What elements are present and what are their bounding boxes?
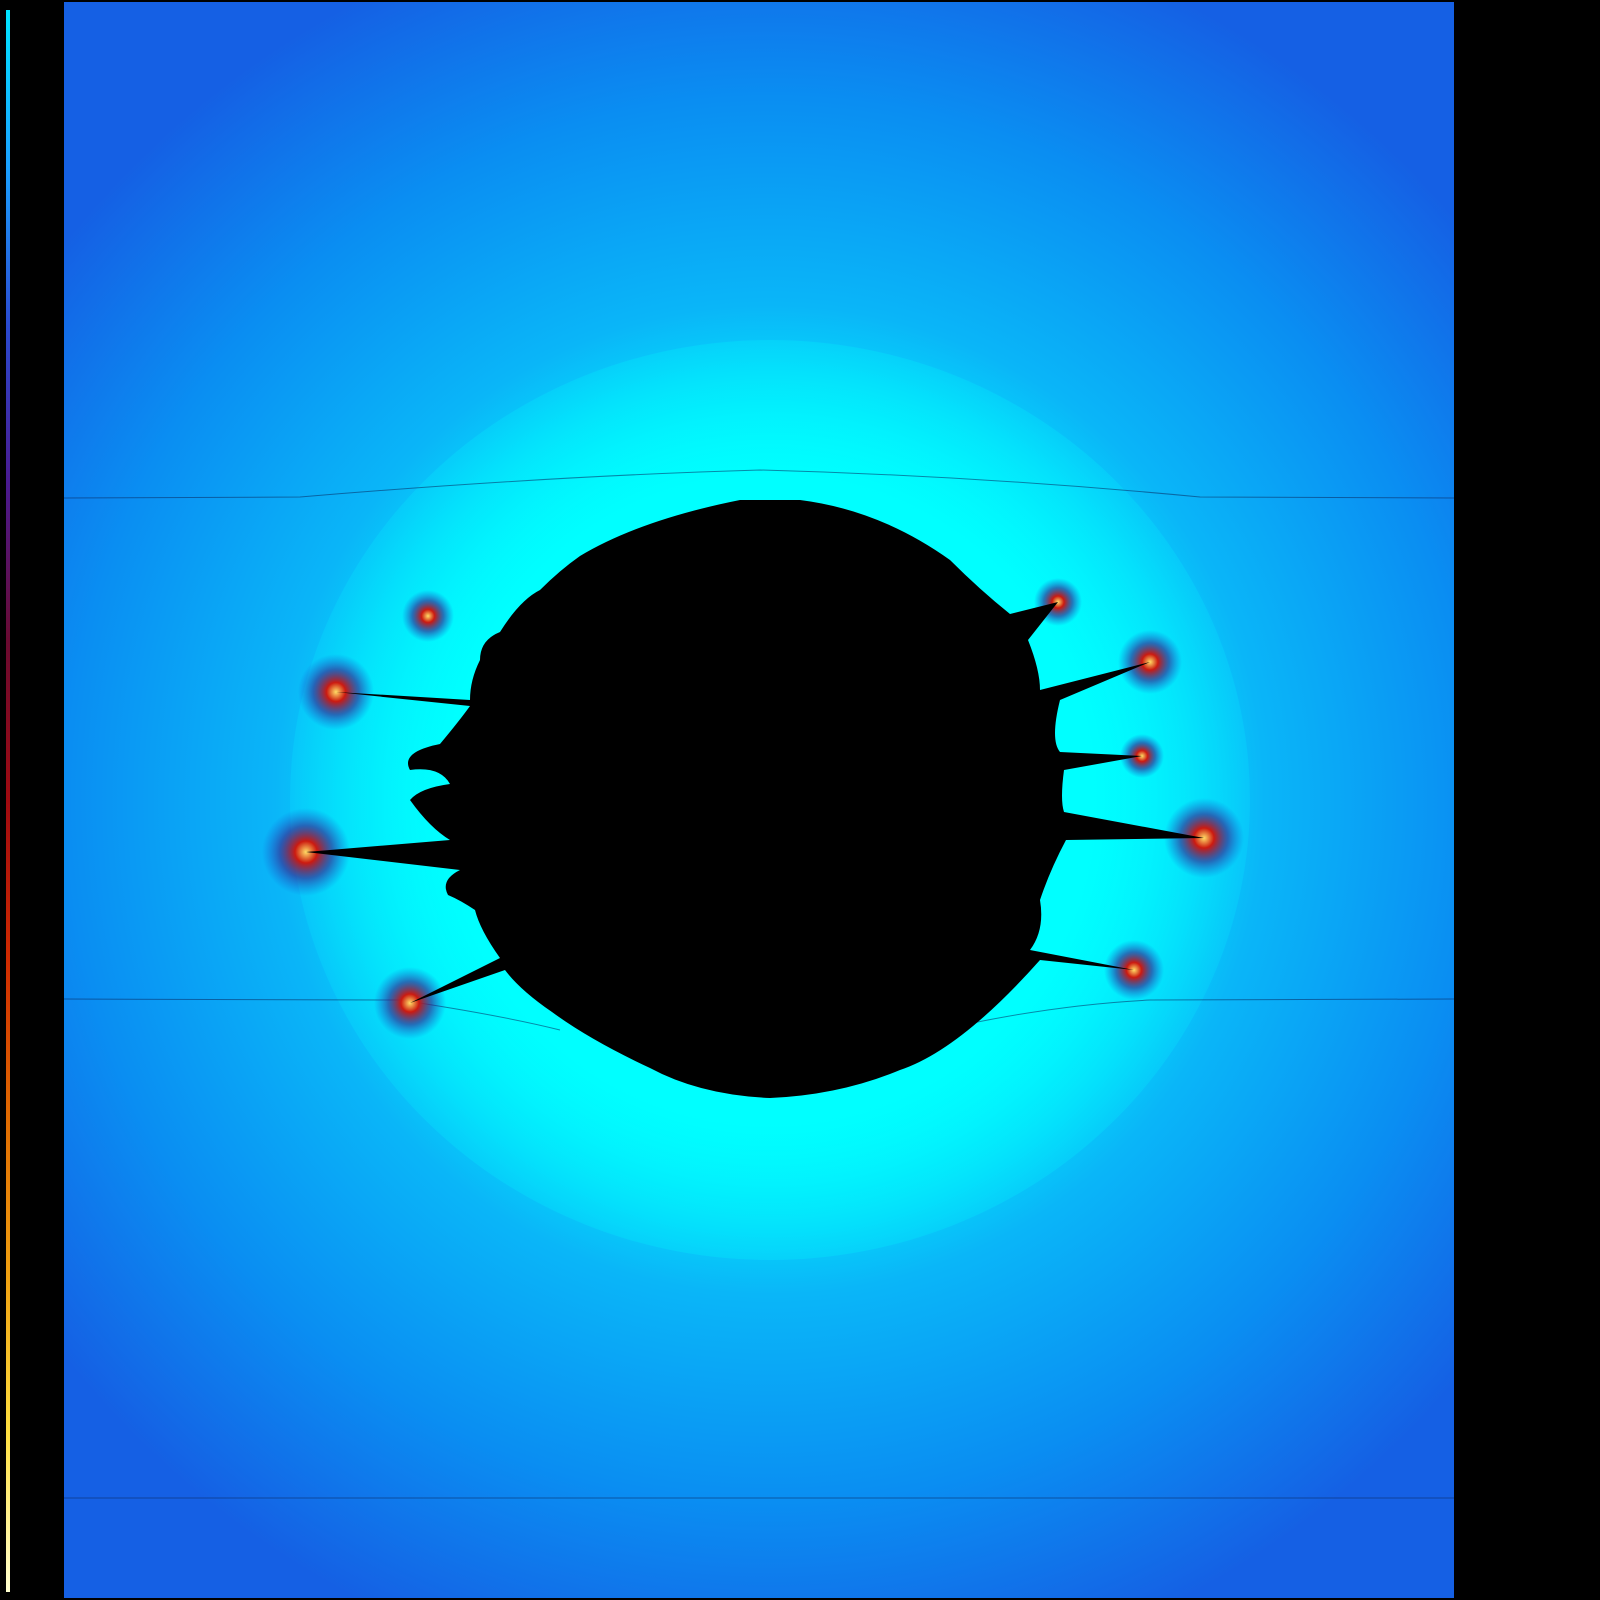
fractal-image	[63, 2, 1455, 1598]
fractal-viewer	[0, 0, 1600, 1600]
